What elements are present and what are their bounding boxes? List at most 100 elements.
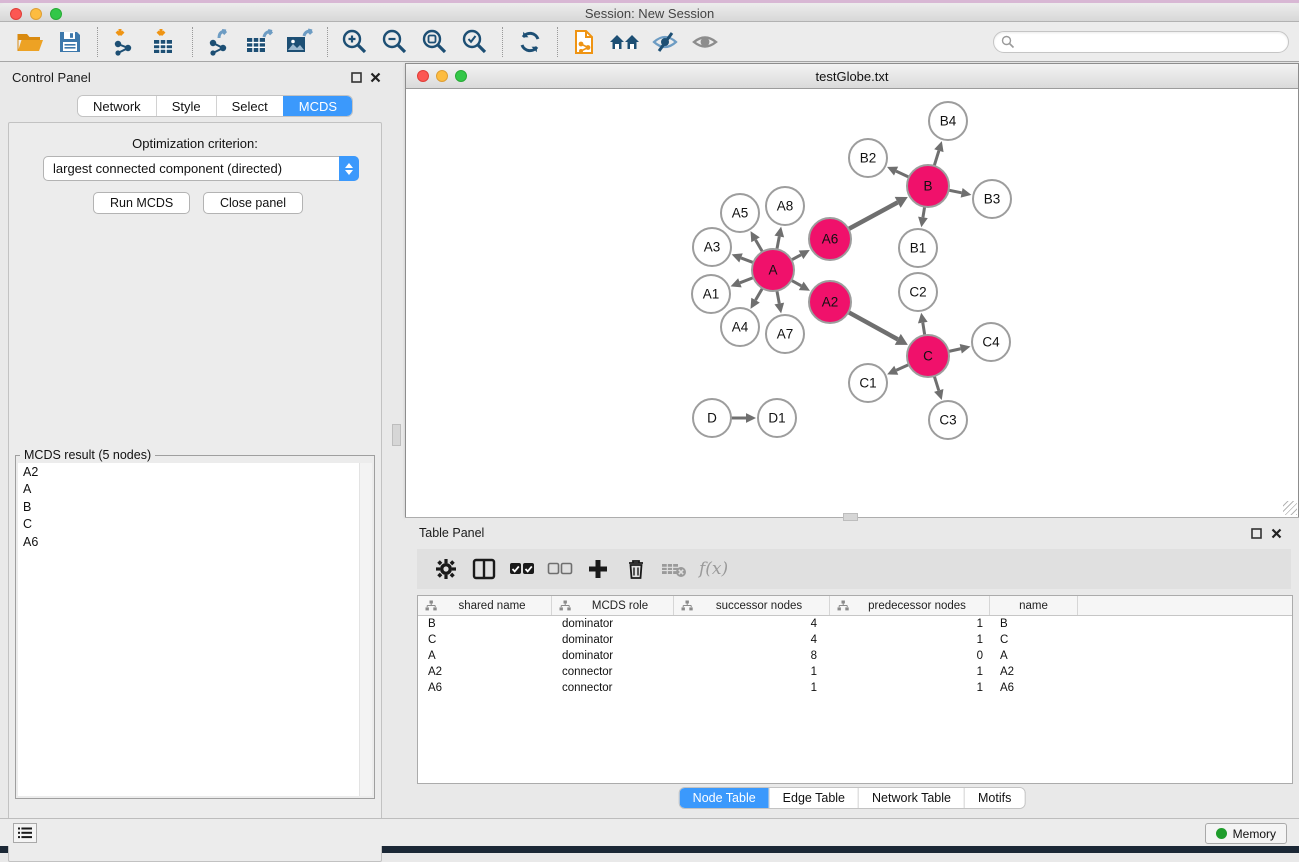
task-history-button[interactable]	[13, 823, 37, 843]
column-header-successor-nodes[interactable]: successor nodes	[674, 596, 830, 615]
export-network-icon[interactable]	[200, 24, 240, 60]
shared-column-icon	[425, 600, 437, 611]
tab-motifs[interactable]: Motifs	[964, 788, 1024, 808]
cell-name: A2	[990, 664, 1078, 680]
mcds-result-item[interactable]: A	[18, 481, 359, 499]
tab-network-table[interactable]: Network Table	[858, 788, 964, 808]
import-table-icon[interactable]	[145, 24, 185, 60]
node-label: A3	[704, 240, 721, 255]
network-canvas[interactable]: B4B2BB3A8A5A6A3B1AC2A1A2A4A7C4CC1DD1C3	[406, 90, 1298, 517]
toolbar-separator	[327, 27, 328, 57]
tab-select[interactable]: Select	[216, 96, 283, 116]
vertical-splitter-handle[interactable]	[392, 424, 401, 446]
new-network-from-selection-icon[interactable]	[565, 24, 605, 60]
edge-arrowhead-icon	[746, 413, 756, 423]
status-bar: Memory	[0, 818, 1299, 846]
table-row[interactable]: A2connector11A2	[418, 664, 1292, 680]
network-window-titlebar[interactable]: testGlobe.txt	[406, 64, 1298, 89]
window-titlebar: Session: New Session	[0, 3, 1299, 22]
column-header-mcds-role[interactable]: MCDS role	[552, 596, 674, 615]
cell-successor-nodes: 4	[674, 616, 830, 632]
refresh-icon[interactable]	[510, 24, 550, 60]
cell-filler	[1078, 616, 1292, 632]
cell-shared-name: A	[418, 648, 552, 664]
cell-mcds-role: connector	[552, 680, 674, 696]
mcds-result-item[interactable]: B	[18, 498, 359, 516]
node-table-header: shared name MCDS role successor nodes pr…	[418, 596, 1292, 616]
node-label: A7	[777, 327, 794, 342]
column-header-shared-name[interactable]: shared name	[418, 596, 552, 615]
cell-name: A6	[990, 680, 1078, 696]
float-panel-icon[interactable]	[350, 71, 363, 84]
close-panel-button[interactable]: Close panel	[203, 192, 303, 214]
horizontal-splitter-handle[interactable]	[843, 513, 858, 521]
search-input[interactable]	[1015, 33, 1288, 51]
run-mcds-button[interactable]: Run MCDS	[93, 192, 190, 214]
cell-predecessor-nodes: 0	[830, 648, 990, 664]
edge-arrowhead-icon	[934, 141, 943, 152]
network-window-title: testGlobe.txt	[406, 69, 1298, 84]
cell-successor-nodes: 1	[674, 664, 830, 680]
export-image-icon[interactable]	[280, 24, 320, 60]
node-label: D1	[768, 411, 785, 426]
edge-A2-C[interactable]	[847, 311, 898, 339]
zoom-in-icon[interactable]	[335, 24, 375, 60]
show-all-icon[interactable]	[685, 24, 725, 60]
close-panel-icon[interactable]	[369, 71, 382, 84]
mcds-result-title: MCDS result (5 nodes)	[20, 448, 155, 462]
table-row[interactable]: Bdominator41B	[418, 616, 1292, 632]
toolbar-separator	[502, 27, 503, 57]
table-row[interactable]: Cdominator41C	[418, 632, 1292, 648]
tab-network[interactable]: Network	[78, 96, 156, 116]
memory-button[interactable]: Memory	[1205, 823, 1287, 844]
mcds-result-list[interactable]: A2ABCA6	[18, 463, 360, 796]
column-header-name[interactable]: name	[990, 596, 1078, 615]
node-label: D	[707, 411, 717, 426]
table-options-gear-icon[interactable]	[427, 551, 465, 587]
table-close-icon[interactable]	[1270, 527, 1283, 540]
delete-column-icon[interactable]	[617, 551, 655, 587]
select-all-checkboxes-icon[interactable]	[503, 551, 541, 587]
mcds-result-item[interactable]: A6	[18, 533, 359, 551]
import-network-icon[interactable]	[105, 24, 145, 60]
table-row[interactable]: A6connector11A6	[418, 680, 1292, 696]
cell-shared-name: B	[418, 616, 552, 632]
hide-selected-icon[interactable]	[645, 24, 685, 60]
tab-edge-table[interactable]: Edge Table	[769, 788, 858, 808]
node-label: A8	[777, 199, 794, 214]
memory-label: Memory	[1233, 827, 1276, 841]
toolbar-separator	[192, 27, 193, 57]
resize-grip-icon[interactable]	[1283, 501, 1297, 515]
mcds-result-item[interactable]: A2	[18, 463, 359, 481]
table-float-icon[interactable]	[1250, 527, 1263, 540]
export-table-icon[interactable]	[240, 24, 280, 60]
tab-node-table[interactable]: Node Table	[680, 788, 769, 808]
table-row[interactable]: Adominator80A	[418, 648, 1292, 664]
node-label: C	[923, 349, 933, 364]
column-header-predecessor-nodes[interactable]: predecessor nodes	[830, 596, 990, 615]
toolbar-separator	[557, 27, 558, 57]
control-panel-title: Control Panel	[12, 70, 91, 85]
edge-arrowhead-icon	[774, 303, 784, 314]
open-file-icon[interactable]	[10, 24, 50, 60]
zoom-fit-icon[interactable]	[415, 24, 455, 60]
zoom-selected-icon[interactable]	[455, 24, 495, 60]
show-columns-icon[interactable]	[465, 551, 503, 587]
edge-A6-B[interactable]	[847, 202, 898, 230]
save-session-icon[interactable]	[50, 24, 90, 60]
tab-mcds[interactable]: MCDS	[283, 96, 352, 116]
criterion-dropdown[interactable]: largest connected component (directed)	[43, 156, 359, 181]
tab-style[interactable]: Style	[156, 96, 216, 116]
zoom-out-icon[interactable]	[375, 24, 415, 60]
memory-status-icon	[1216, 828, 1227, 839]
function-builder-icon[interactable]: f(x)	[699, 559, 728, 579]
mcds-result-fieldset: MCDS result (5 nodes) A2ABCA6	[15, 455, 375, 799]
add-column-icon[interactable]	[579, 551, 617, 587]
first-neighbors-icon[interactable]	[605, 24, 645, 60]
mcds-result-scrollbar[interactable]	[360, 463, 372, 796]
cell-predecessor-nodes: 1	[830, 680, 990, 696]
delete-table-icon[interactable]	[655, 551, 693, 587]
unselect-all-checkboxes-icon[interactable]	[541, 551, 579, 587]
search-field[interactable]	[993, 31, 1289, 53]
mcds-result-item[interactable]: C	[18, 516, 359, 534]
